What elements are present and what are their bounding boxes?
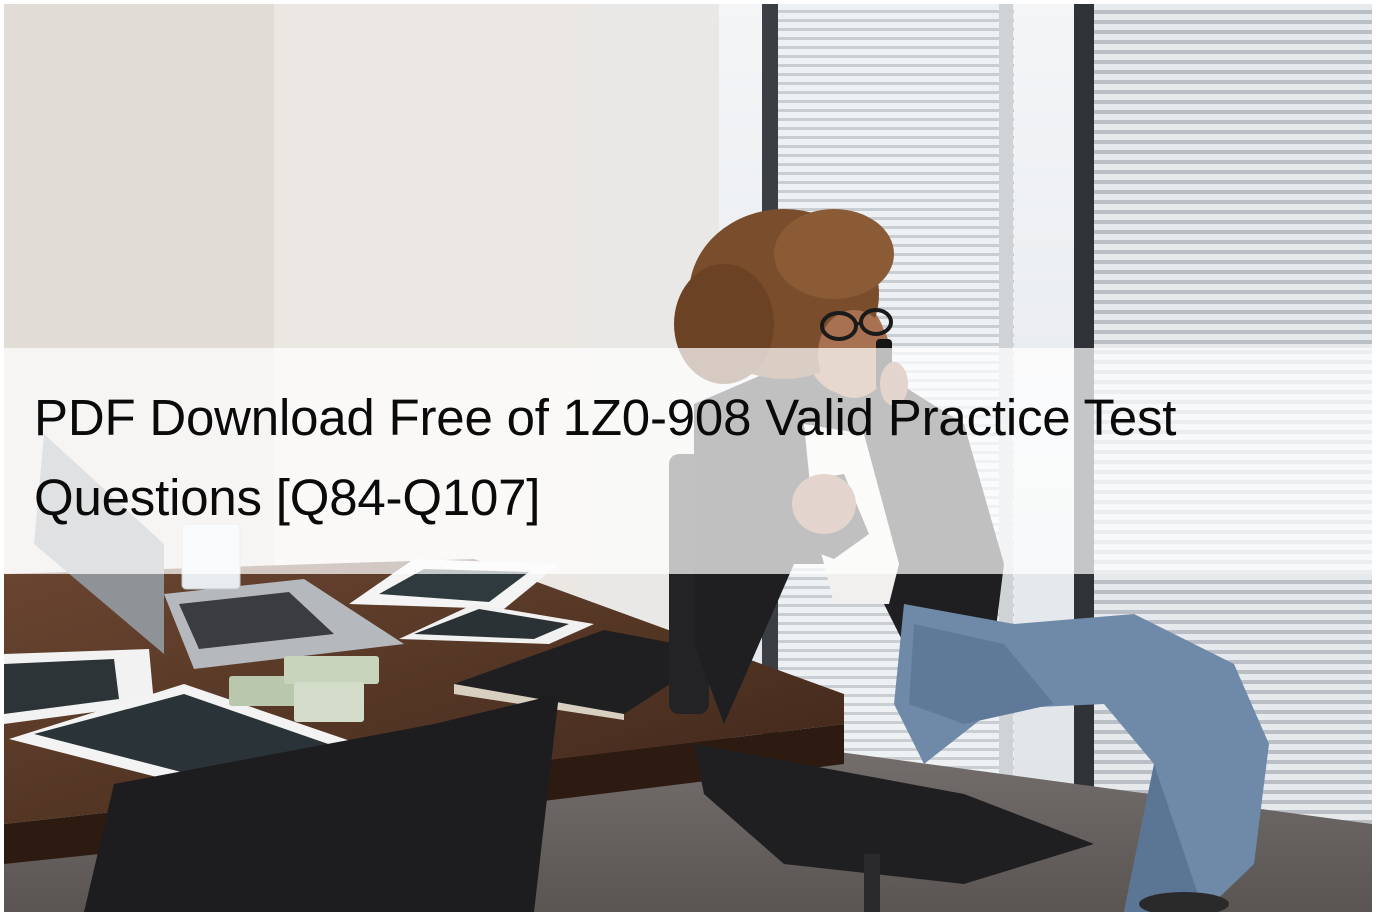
featured-image: PDF Download Free of 1Z0-908 Valid Pract… bbox=[0, 0, 1376, 916]
page-title: PDF Download Free of 1Z0-908 Valid Pract… bbox=[34, 389, 1177, 526]
